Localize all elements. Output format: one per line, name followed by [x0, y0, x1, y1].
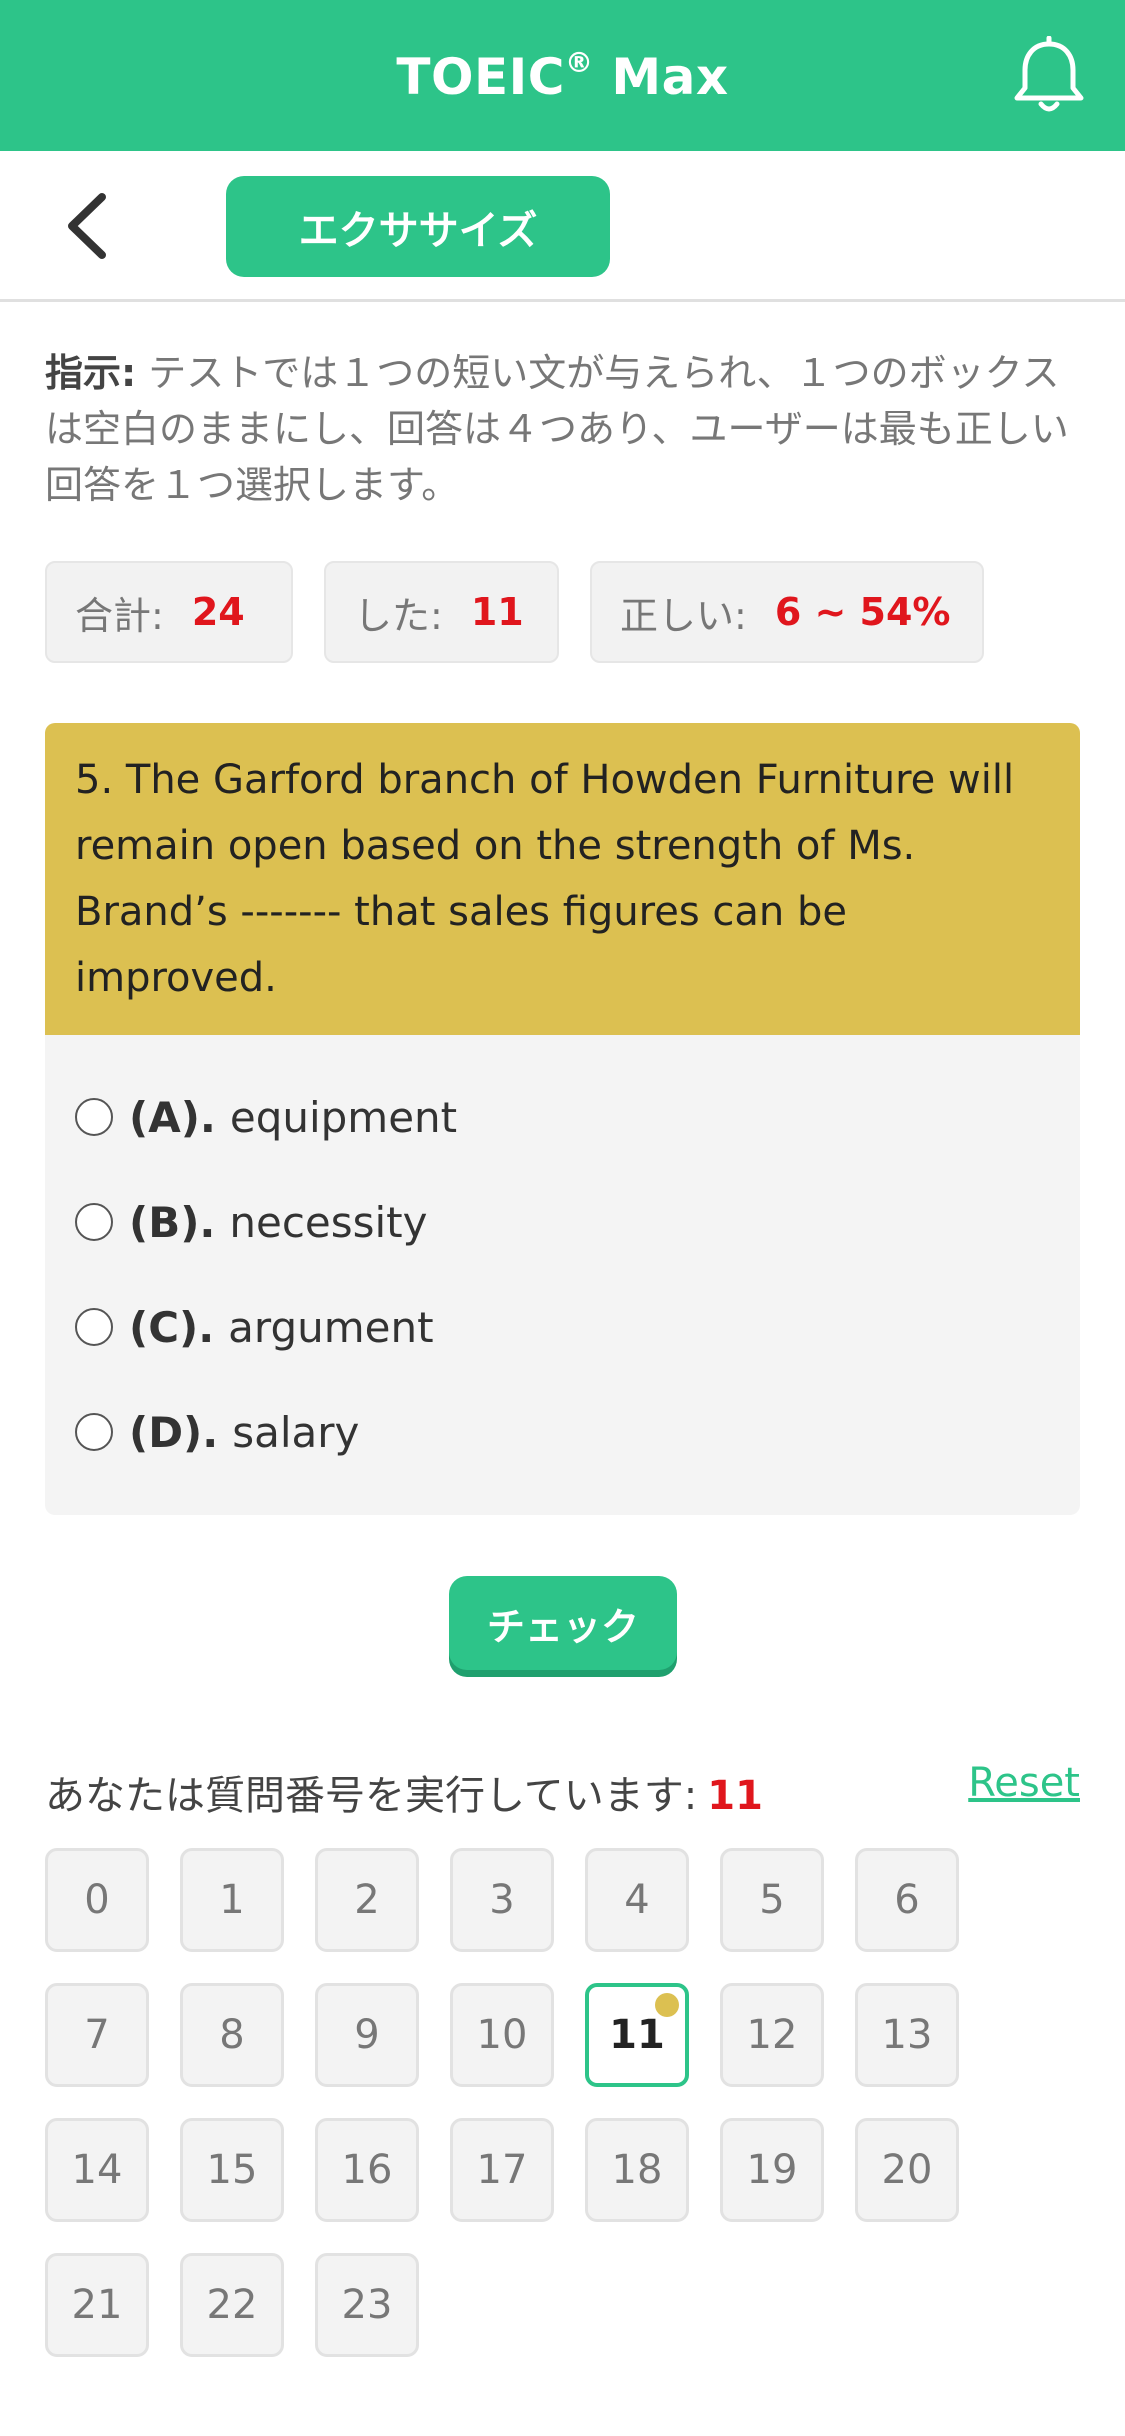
stat-done-value: 11 — [470, 590, 524, 634]
option-label: (C). — [129, 1302, 215, 1352]
question-number-button[interactable]: 3 — [450, 1848, 554, 1952]
app-title-suffix: Max — [593, 47, 729, 106]
question-number-button[interactable]: 0 — [45, 1848, 149, 1952]
option-label: (D). — [129, 1407, 219, 1457]
question-number-button[interactable]: 23 — [315, 2253, 419, 2357]
question-text: 5. The Garford branch of Howden Furnitur… — [45, 723, 1080, 1035]
question-number-button[interactable]: 16 — [315, 2118, 419, 2222]
option-label: (A). — [129, 1092, 216, 1142]
bell-icon[interactable] — [1011, 36, 1087, 116]
question-number-button[interactable]: 22 — [180, 2253, 284, 2357]
nav-bar: エクササイズ — [0, 151, 1125, 302]
question-number-button[interactable]: 12 — [720, 1983, 824, 2087]
question-number-button[interactable]: 5 — [720, 1848, 824, 1952]
question-number-button[interactable]: 21 — [45, 2253, 149, 2357]
option-text: equipment — [229, 1092, 458, 1142]
running-label: あなたは質問番号を実行しています: — [45, 1773, 698, 1819]
option-text: argument — [228, 1302, 434, 1352]
question-number-button[interactable]: 17 — [450, 2118, 554, 2222]
stat-correct-value: 6 ~ 54% — [774, 590, 951, 634]
question-number-button[interactable]: 20 — [855, 2118, 959, 2222]
question-number-button[interactable]: 10 — [450, 1983, 554, 2087]
radio-button[interactable] — [75, 1203, 113, 1241]
option-label: (B). — [129, 1197, 216, 1247]
stat-total-value: 24 — [191, 590, 245, 634]
stat-correct-label: 正しい: — [620, 593, 747, 638]
stat-done-label: した: — [354, 593, 443, 638]
radio-button[interactable] — [75, 1308, 113, 1346]
stat-total-label: 合計: — [75, 593, 164, 638]
app-title: TOEIC® Max — [396, 46, 728, 106]
running-number: 11 — [707, 1773, 763, 1819]
current-indicator-dot — [655, 1993, 679, 2017]
question-number-button[interactable]: 8 — [180, 1983, 284, 2087]
question-number-button[interactable]: 2 — [315, 1848, 419, 1952]
radio-button[interactable] — [75, 1413, 113, 1451]
reset-link[interactable]: Reset — [968, 1760, 1080, 1806]
instructions-label: 指示: — [45, 351, 137, 395]
stat-total: 合計: 24 — [45, 561, 293, 663]
tab-exercise[interactable]: エクササイズ — [226, 176, 610, 277]
question-number-button[interactable]: 11 — [585, 1983, 689, 2087]
registered-mark: ® — [564, 45, 594, 79]
question-number-button[interactable]: 18 — [585, 2118, 689, 2222]
question-number-button[interactable]: 19 — [720, 2118, 824, 2222]
question-number-button[interactable]: 7 — [45, 1983, 149, 2087]
running-question: あなたは質問番号を実行しています: 11 — [45, 1763, 763, 1821]
radio-button[interactable] — [75, 1098, 113, 1136]
question-number-button[interactable]: 15 — [180, 2118, 284, 2222]
question-number-button[interactable]: 1 — [180, 1848, 284, 1952]
question-number-button[interactable]: 14 — [45, 2118, 149, 2222]
stat-done: した: 11 — [324, 561, 559, 663]
app-title-text: TOEIC — [396, 47, 565, 106]
app-header: TOEIC® Max — [0, 0, 1125, 151]
question-number-button[interactable]: 13 — [855, 1983, 959, 2087]
option-text: salary — [232, 1407, 360, 1457]
option-b[interactable]: (B). necessity — [75, 1182, 428, 1262]
option-c[interactable]: (C). argument — [75, 1287, 434, 1367]
option-a[interactable]: (A). equipment — [75, 1077, 457, 1157]
stat-correct: 正しい: 6 ~ 54% — [590, 561, 984, 663]
answer-options: (A). equipment (B). necessity (C). argum… — [45, 1035, 1080, 1515]
instructions: 指示: テストでは１つの短い文が与えられ、１つのボックスは空白のままにし、回答は… — [45, 345, 1075, 513]
instructions-text: テストでは１つの短い文が与えられ、１つのボックスは空白のままにし、回答は４つあり… — [45, 351, 1069, 507]
question-number-button[interactable]: 9 — [315, 1983, 419, 2087]
option-d[interactable]: (D). salary — [75, 1392, 359, 1472]
chevron-left-icon[interactable] — [58, 189, 118, 264]
option-text: necessity — [229, 1197, 428, 1247]
question-number-button[interactable]: 4 — [585, 1848, 689, 1952]
question-number-button[interactable]: 6 — [855, 1848, 959, 1952]
check-button[interactable]: チェック — [449, 1576, 677, 1670]
